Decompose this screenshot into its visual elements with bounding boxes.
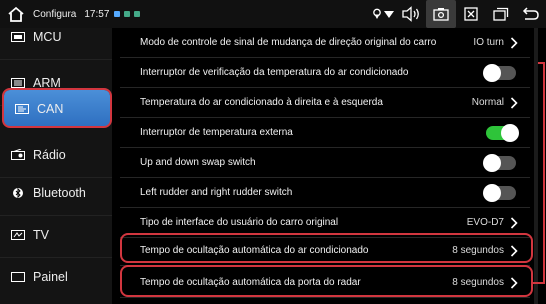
back-icon[interactable] — [516, 0, 546, 28]
toggle-knob — [483, 63, 501, 82]
setting-label: Left rudder and right rudder switch — [140, 187, 293, 198]
setting-label: Interruptor de verificação da temperatur… — [140, 67, 409, 78]
notification-icon — [134, 11, 141, 17]
close-window-icon[interactable] — [456, 0, 486, 28]
multitask-icon[interactable] — [486, 0, 516, 28]
notification-icon — [114, 11, 121, 17]
sidebar-item-label: TV — [33, 227, 49, 242]
setting-turn-signal-mode[interactable]: Modo de controle de sinal de mudança de … — [120, 28, 530, 58]
scrollbar[interactable] — [534, 28, 538, 304]
setting-label: Tipo de interface do usuário do carro or… — [140, 217, 339, 228]
setting-value: EVO-D7 — [466, 217, 504, 228]
highlight-frame — [2, 88, 112, 128]
mcu-icon — [10, 31, 26, 43]
setting-label: Modo de controle de sinal de mudança de … — [140, 37, 437, 48]
setting-value: Normal — [471, 97, 504, 108]
sidebar-item-painel[interactable]: Painel — [0, 254, 112, 300]
highlight-frame — [120, 233, 533, 263]
setting-external-temp[interactable]: Interruptor de temperatura externa — [120, 118, 530, 148]
tv-icon — [10, 229, 26, 241]
setting-ac-temp-check[interactable]: Interruptor de verificação da temperatur… — [120, 58, 530, 88]
bluetooth-icon — [10, 187, 26, 199]
chevron-right-icon — [510, 96, 518, 109]
sidebar-item-label: MCU — [33, 29, 62, 44]
toggle-switch[interactable] — [483, 183, 516, 202]
highlight-frame — [120, 265, 533, 297]
sidebar-item-bluetooth[interactable]: Bluetooth — [0, 170, 112, 216]
annotation-line — [533, 282, 545, 284]
notification-icons — [114, 11, 141, 17]
sidebar-item-mcu[interactable]: MCU — [0, 14, 112, 60]
toggle-switch[interactable] — [486, 123, 519, 142]
chevron-right-icon — [510, 36, 518, 49]
toggle-knob — [501, 123, 519, 142]
sidebar-item-label: Bluetooth — [33, 185, 86, 200]
sidebar-item-tv[interactable]: TV — [0, 212, 112, 258]
setting-up-down-swap[interactable]: Up and down swap switch — [120, 148, 530, 178]
panel-icon — [10, 271, 26, 283]
setting-rudder-switch[interactable]: Left rudder and right rudder switch — [120, 178, 530, 208]
volume-icon[interactable] — [396, 0, 426, 28]
radio-icon — [10, 149, 26, 161]
wifi-icon — [382, 0, 396, 28]
setting-label: Temperatura do ar condicionado à direita… — [140, 97, 383, 108]
toggle-switch[interactable] — [483, 153, 516, 172]
setting-label: Interruptor de temperatura externa — [140, 127, 293, 138]
sidebar: MCU ARM CAN Rádio Bluetooth TV Painel — [0, 28, 112, 304]
chevron-right-icon — [510, 216, 518, 229]
toggle-knob — [483, 153, 501, 172]
annotation-line — [543, 62, 545, 282]
setting-ac-temp-left-right[interactable]: Temperatura do ar condicionado à direita… — [120, 88, 530, 118]
setting-label: Up and down swap switch — [140, 157, 256, 168]
sidebar-item-label: Rádio — [33, 147, 66, 162]
sidebar-item-label: Painel — [33, 270, 68, 284]
toggle-switch[interactable] — [483, 63, 516, 82]
toggle-knob — [483, 183, 501, 202]
arm-icon — [10, 77, 26, 89]
notification-icon — [124, 11, 131, 17]
setting-value: IO turn — [473, 37, 504, 48]
screenshot-icon[interactable] — [426, 0, 456, 28]
